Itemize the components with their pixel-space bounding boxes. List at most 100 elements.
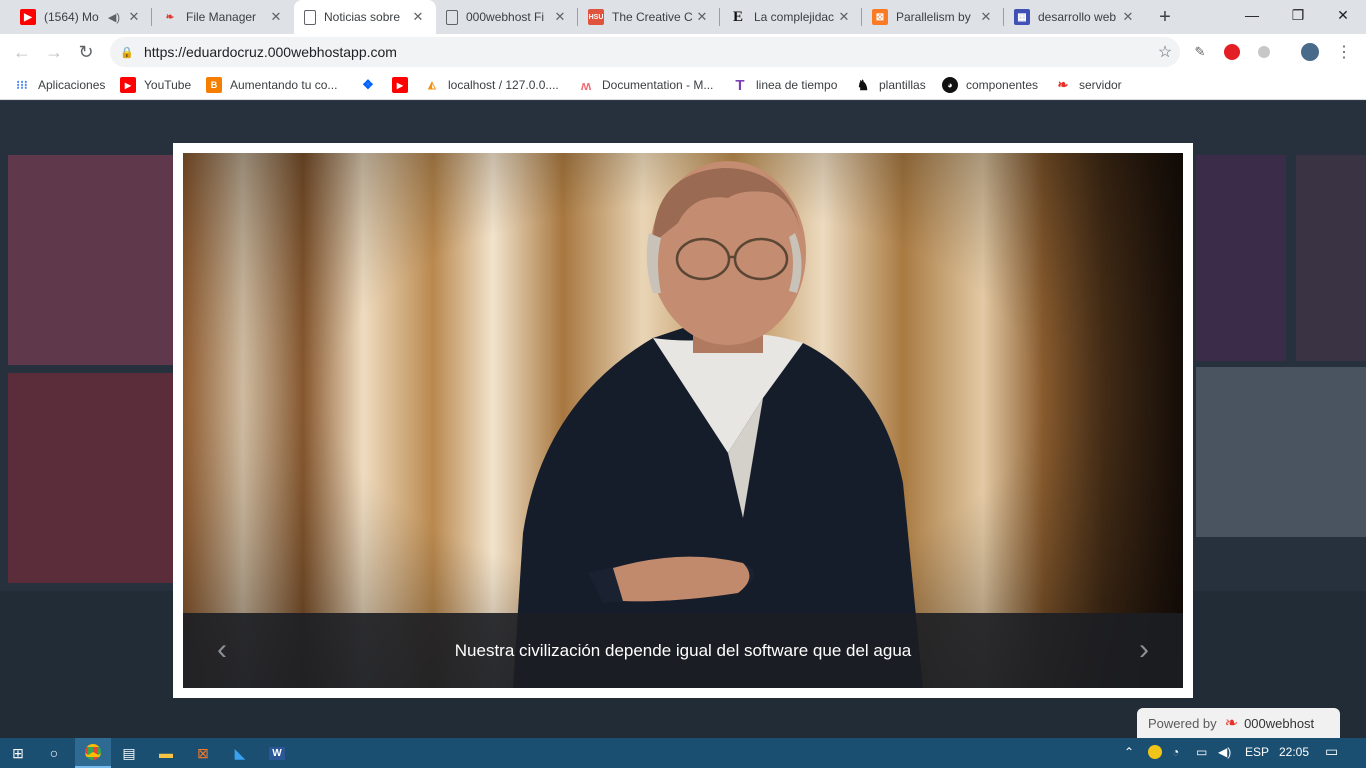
tab-noticias[interactable]: Noticias sobre ✕ xyxy=(294,0,436,34)
close-icon[interactable]: ✕ xyxy=(552,9,568,25)
chrome-taskbar-icon[interactable] xyxy=(75,738,111,768)
address-bar[interactable]: 🔒 https://eduardocruz.000webhostapp.com … xyxy=(110,37,1180,67)
lock-icon[interactable]: 🔒 xyxy=(120,46,134,59)
github-icon: ◕ xyxy=(942,77,958,93)
tray-chevron-icon[interactable]: ⌃ xyxy=(1124,745,1134,759)
blogger-icon: B xyxy=(206,77,222,93)
word-taskbar-icon[interactable]: W xyxy=(259,738,295,768)
tiki-icon: T xyxy=(735,76,745,94)
bookmark-linea-tiempo[interactable]: T linea de tiempo xyxy=(732,76,837,94)
reload-button[interactable]: ↻ xyxy=(74,40,98,64)
bookmark-servidor[interactable]: ❧ servidor xyxy=(1055,76,1122,94)
bookmark-apps[interactable]: ⁝⁝⁝ Aplicaciones xyxy=(14,76,105,94)
forward-button[interactable]: → xyxy=(42,40,66,64)
pen-extension-icon[interactable]: ✎ xyxy=(1190,42,1210,62)
wifi-icon[interactable]: ◔ xyxy=(1172,745,1179,759)
bookmark-blogger[interactable]: B Aumentando tu co... xyxy=(206,76,337,94)
close-window-button[interactable]: ✕ xyxy=(1320,0,1366,30)
close-icon[interactable]: ✕ xyxy=(836,9,852,25)
tab-title: desarrollo web xyxy=(1038,10,1117,24)
page-viewport: Nuestra civilización depende igual del s… xyxy=(0,101,1366,738)
grey-extension-icon[interactable] xyxy=(1254,42,1274,62)
bookmark-localhost[interactable]: ◭ localhost / 127.0.0.... xyxy=(424,76,559,94)
tab-title: (1564) Mo xyxy=(44,10,99,24)
background-card xyxy=(8,373,176,583)
youtube-icon: ▶ xyxy=(120,77,136,93)
next-arrow-button[interactable]: › xyxy=(1129,635,1159,665)
new-tab-button[interactable]: + xyxy=(1151,4,1179,32)
volume-icon[interactable]: ◀) xyxy=(1218,745,1231,759)
bookmark-label: linea de tiempo xyxy=(756,78,838,92)
tab-desarrollo[interactable]: ▦ desarrollo web ✕ xyxy=(1004,0,1146,34)
000webhost-icon: ❧ xyxy=(165,11,175,23)
tab-creative[interactable]: HSU The Creative C ✕ xyxy=(578,0,720,34)
bookmark-dropbox[interactable]: ❖ xyxy=(360,76,384,94)
bookmark-youtube-2[interactable]: ▶ xyxy=(392,76,416,94)
horse-icon: ♞ xyxy=(856,76,870,93)
file-explorer-icon[interactable]: ▬ xyxy=(148,738,184,768)
youtube-icon: ▶ xyxy=(392,77,408,93)
close-icon[interactable]: ✕ xyxy=(978,9,994,25)
close-icon[interactable]: ✕ xyxy=(410,9,426,25)
xampp-taskbar-icon[interactable]: ⊠ xyxy=(185,738,221,768)
opera-extension-icon[interactable] xyxy=(1222,42,1242,62)
tab-title: Parallelism by xyxy=(896,10,971,24)
notifications-icon[interactable]: ▭ xyxy=(1325,743,1338,760)
tab-title: Noticias sobre xyxy=(324,10,401,24)
tab-complejidad[interactable]: E La complejidac ✕ xyxy=(720,0,862,34)
close-icon[interactable]: ✕ xyxy=(268,9,284,25)
background-card xyxy=(1196,155,1286,361)
maximize-button[interactable]: ❐ xyxy=(1275,0,1321,30)
tab-file-manager[interactable]: ❧ File Manager ✕ xyxy=(152,0,294,34)
000webhost-icon: ❧ xyxy=(1057,77,1069,92)
speaker-icon[interactable]: ◀) xyxy=(108,11,120,24)
brand-name: 000webhost xyxy=(1244,715,1315,731)
bookmarks-bar: ⁝⁝⁝ Aplicaciones ▶ YouTube B Aumentando … xyxy=(0,70,1366,100)
background-card xyxy=(1196,367,1366,537)
search-icon[interactable]: ○ xyxy=(36,738,72,768)
background-card xyxy=(1296,155,1366,361)
000webhost-logo-icon: ❧ xyxy=(1224,715,1239,732)
hsu-icon: HSU xyxy=(588,9,604,25)
bookmark-label: Aplicaciones xyxy=(38,78,106,92)
bookmark-label: YouTube xyxy=(144,78,192,92)
bookmark-youtube[interactable]: ▶ YouTube xyxy=(120,76,191,94)
background-hero-panel xyxy=(8,155,176,365)
tray-app-icon[interactable] xyxy=(1148,745,1162,762)
tab-000webhost[interactable]: 000webhost Fi ✕ xyxy=(436,0,578,34)
bookmark-documentation[interactable]: ʍ Documentation - M... xyxy=(578,76,713,94)
page-icon xyxy=(446,9,458,25)
tab-title: File Manager xyxy=(186,10,257,24)
bookmark-plantillas[interactable]: ♞ plantillas xyxy=(855,76,926,94)
bookmark-label: plantillas xyxy=(879,78,926,92)
bookmark-star-icon[interactable]: ☆ xyxy=(1150,42,1180,62)
battery-icon[interactable]: ▭ xyxy=(1196,745,1207,759)
close-icon[interactable]: ✕ xyxy=(126,9,142,25)
menu-icon[interactable]: ⋮ xyxy=(1334,42,1354,62)
windows-start-icon[interactable]: ⊞ xyxy=(0,738,36,768)
tab-title: 000webhost Fi xyxy=(466,10,545,24)
vscode-taskbar-icon[interactable]: ◣ xyxy=(222,738,258,768)
previous-arrow-button[interactable]: ‹ xyxy=(207,635,237,665)
bookmark-componentes[interactable]: ◕ componentes xyxy=(942,76,1038,94)
windows-taskbar: ⊞ ○ ▤ ▬ ⊠ ◣ W ⌃ ◔ ▭ ◀) ESP 22:05 ▭ xyxy=(0,738,1366,768)
photo-caption: Nuestra civilización depende igual del s… xyxy=(454,641,912,660)
minimize-button[interactable]: — xyxy=(1229,0,1275,30)
app-taskbar-icon[interactable]: ▤ xyxy=(111,738,147,768)
powered-by-badge[interactable]: Powered by ❧ 000webhost xyxy=(1137,708,1340,738)
tab-strip: ▶ (1564) Mo ◀) ✕ ❧ File Manager ✕ Notici… xyxy=(0,0,1366,34)
close-icon[interactable]: ✕ xyxy=(1120,9,1136,25)
tab-youtube[interactable]: ▶ (1564) Mo ◀) ✕ xyxy=(10,0,152,34)
tab-parallelism[interactable]: ⊠ Parallelism by ✕ xyxy=(862,0,1004,34)
lightbox-photo: Nuestra civilización depende igual del s… xyxy=(183,153,1183,688)
back-button[interactable]: ← xyxy=(10,40,34,64)
avatar[interactable] xyxy=(1300,42,1320,62)
clock[interactable]: 22:05 xyxy=(1279,745,1309,759)
url-text[interactable]: https://eduardocruz.000webhostapp.com xyxy=(144,44,1150,60)
calendar-icon: ▦ xyxy=(1014,9,1030,25)
close-icon[interactable]: ✕ xyxy=(694,9,710,25)
caption-bar: Nuestra civilización depende igual del s… xyxy=(183,613,1183,688)
xampp-icon: ⊠ xyxy=(872,9,888,25)
language-indicator[interactable]: ESP xyxy=(1245,745,1269,759)
youtube-icon: ▶ xyxy=(20,9,36,25)
